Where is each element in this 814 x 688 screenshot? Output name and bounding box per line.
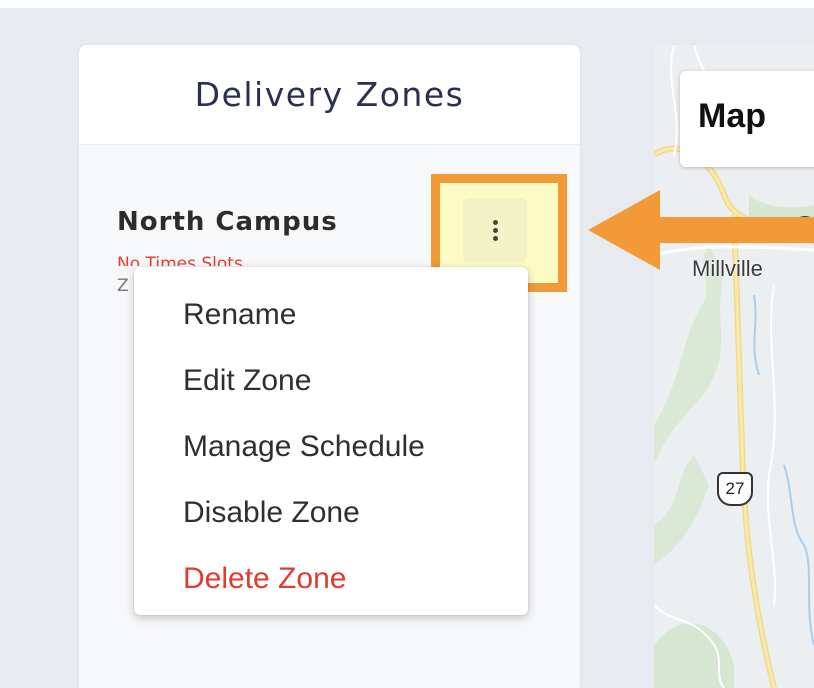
zone-name[interactable]: North Campus [117,207,338,237]
zone-status: No Times Slots [117,254,243,266]
panel-header: Delivery Zones [79,45,580,145]
menu-item-manage-schedule[interactable]: Manage Schedule [134,421,528,487]
map-button-label[interactable]: Map [698,97,766,136]
zone-subtext: Z [117,276,129,296]
menu-item-rename[interactable]: Rename [134,289,528,355]
map-view[interactable]: Map Millville 1 27 [654,45,814,688]
menu-item-delete-zone[interactable]: Delete Zone [134,553,528,619]
highway-shield: 27 [717,472,753,506]
clipped-text [440,0,480,5]
zone-options-button[interactable] [463,198,527,262]
top-strip [0,0,814,8]
menu-item-disable-zone[interactable]: Disable Zone [134,487,528,553]
page-title: Delivery Zones [194,75,465,114]
menu-item-edit-zone[interactable]: Edit Zone [134,355,528,421]
zone-options-menu: Rename Edit Zone Manage Schedule Disable… [134,267,528,615]
more-vertical-icon [492,219,498,241]
arrow-left-icon [588,190,814,270]
